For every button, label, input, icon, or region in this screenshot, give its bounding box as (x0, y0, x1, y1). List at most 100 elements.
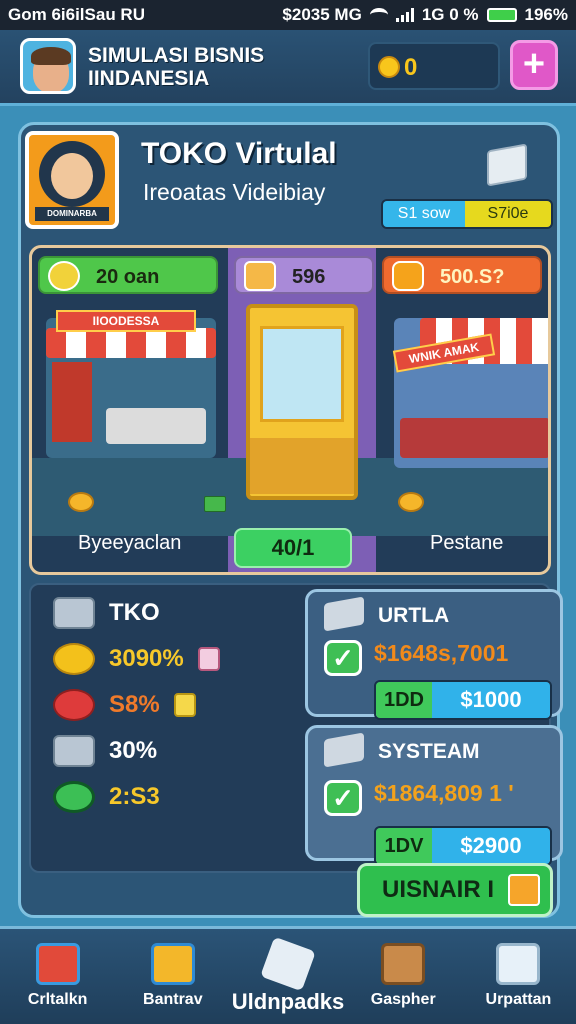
app-title: SIMULASI BISNIS IINDANESIA (88, 44, 264, 90)
stat-row: 3090% (53, 639, 220, 679)
cube-icon[interactable] (487, 143, 527, 187)
stats-area: TKO 3090% S8% 30% 2:S3 URTLA ✓ $1648s,70… (29, 583, 563, 873)
shop-logo: DOMINARBA (25, 131, 119, 229)
shop-badge-1: 20 oan (38, 256, 218, 294)
nav-item-2[interactable]: Bantrav (115, 929, 230, 1024)
shop-badge-3-value: 500.S? (440, 266, 505, 288)
card-title: URTLA (378, 604, 450, 627)
box-icon (173, 693, 196, 717)
box-icon (381, 943, 426, 985)
stat-row: 2:S3 (53, 777, 160, 817)
pill-right: S7i0e (465, 201, 551, 227)
nav-label: Gaspher (370, 991, 436, 1008)
plane-icon (260, 936, 316, 992)
shop-icon (35, 943, 80, 985)
nav-item-1[interactable]: Crltalkn (0, 929, 115, 1024)
check-icon: ✓ (324, 780, 362, 816)
upgrade-card-2[interactable]: SYSTEAM ✓ $1864,809 1 ' 1DV $2900 (305, 725, 563, 866)
stat-row: TKO (53, 593, 160, 633)
shop-badge-2-value: 596 (292, 266, 326, 288)
shops-scene: 20 oan 596 500.S? IIOODESSA WNIK AMAK By… (29, 245, 551, 575)
app-header: SIMULASI BISNIS IINDANESIA 0 + (0, 30, 576, 106)
pill-left: S1 sow (383, 201, 465, 227)
coin-icon[interactable] (68, 492, 94, 512)
nav-item-5[interactable]: Urpattan (461, 929, 576, 1024)
card-price: $1864,809 1 ' (374, 780, 514, 806)
add-coins-button[interactable]: + (510, 40, 558, 90)
cash-icon[interactable] (204, 496, 226, 512)
shop-badge-1-value: 20 oan (96, 266, 160, 288)
card-buy-bar[interactable]: 1DD $1000 (374, 680, 552, 720)
card-price: $1648s,7001 (374, 640, 509, 666)
status-left: Gom 6i6ilSau RU (8, 5, 145, 24)
main-panel: DOMINARBA TOKO Virtulal Ireoatas Videibi… (18, 122, 563, 918)
shop-badge-3: 500.S? (382, 256, 542, 294)
coin-value: 0 (404, 54, 418, 81)
card-title: SYSTEAM (378, 740, 480, 763)
coin-icon (378, 56, 400, 78)
gear-face-icon (496, 943, 541, 985)
card-buy-bar[interactable]: 1DV $2900 (374, 826, 552, 866)
stall-counter (400, 418, 548, 458)
battery-icon (486, 8, 517, 22)
main-action-button[interactable]: UISNAIR I (357, 863, 553, 917)
app-title-line1: SIMULASI BISNIS (88, 44, 265, 67)
nav-label: Uldnpadks (231, 989, 345, 1014)
shop-action-button[interactable]: 40/1 (234, 528, 352, 568)
shop-badge-2: 596 (234, 256, 374, 294)
nav-item-3[interactable]: Uldnpadks (230, 929, 345, 1024)
card-bar-left: 1DV (376, 828, 432, 864)
check-icon: ✓ (324, 640, 362, 676)
stat-row: 30% (53, 731, 157, 771)
app-title-line2: IINDANESIA (88, 67, 210, 90)
battery-text: 196% (524, 5, 568, 24)
nav-label: Bantrav (143, 991, 203, 1008)
logo-face-icon (51, 153, 93, 199)
block-icon (53, 735, 95, 767)
card-bar-left: 1DD (376, 682, 432, 718)
signal-text: 1G 0 % (421, 5, 479, 24)
box-icon (244, 261, 276, 291)
block-icon (53, 597, 95, 629)
avatar[interactable] (20, 38, 76, 94)
kiosk-illustration (246, 304, 358, 500)
shop-status-pill: S1 sow S7i0e (381, 199, 553, 229)
avatar-hair (31, 47, 71, 65)
coin-icon[interactable] (398, 492, 424, 512)
shop-title: TOKO Virtulal (141, 137, 337, 170)
stat-value: S8% (109, 691, 160, 718)
logo-tag: DOMINARBA (35, 207, 109, 221)
pill-icon (53, 689, 95, 721)
stat-value: 2:S3 (109, 783, 160, 810)
shop-label-3: Pestane (430, 532, 504, 554)
store-shelf (52, 362, 92, 442)
status-text: $2035 MG (282, 5, 362, 24)
stat-value: 3090% (109, 645, 184, 672)
block-icon (324, 596, 364, 632)
shop-subtitle: Ireoatas Videibiay (143, 179, 326, 205)
nav-label: Urpattan (485, 991, 552, 1008)
status-right: $2035 MG 1G 0 % 196% (282, 5, 568, 25)
stat-value: TKO (109, 599, 160, 626)
main-action-label: UISNAIR I (382, 876, 495, 903)
market-stall-illustration: WNIK AMAK (392, 318, 548, 468)
check-icon (48, 261, 80, 291)
checkmark-icon (324, 732, 364, 768)
store-icon (150, 943, 195, 985)
crate-icon (392, 261, 424, 291)
upgrade-card-1[interactable]: URTLA ✓ $1648s,7001 1DD $1000 (305, 589, 563, 720)
wifi-icon (369, 8, 388, 22)
shop-label-1: Byeeyaclan (78, 532, 182, 554)
status-bar: Gom 6i6ilSau RU $2035 MG 1G 0 % 196% (0, 0, 576, 30)
stat-value: 30% (109, 737, 158, 764)
card-bar-right: $1000 (432, 682, 550, 718)
kiosk-glass (260, 326, 344, 422)
grocery-store-illustration: IIOODESSA (46, 310, 216, 458)
bottom-nav: Crltalkn Bantrav Uldnpadks Gaspher Urpat… (0, 926, 576, 1024)
gift-icon (508, 874, 540, 906)
nav-item-4[interactable]: Gaspher (346, 929, 461, 1024)
stat-row: S8% (53, 685, 196, 725)
cup-icon (197, 647, 220, 671)
card-bar-right: $2900 (432, 828, 550, 864)
coin-counter: 0 (368, 42, 500, 90)
